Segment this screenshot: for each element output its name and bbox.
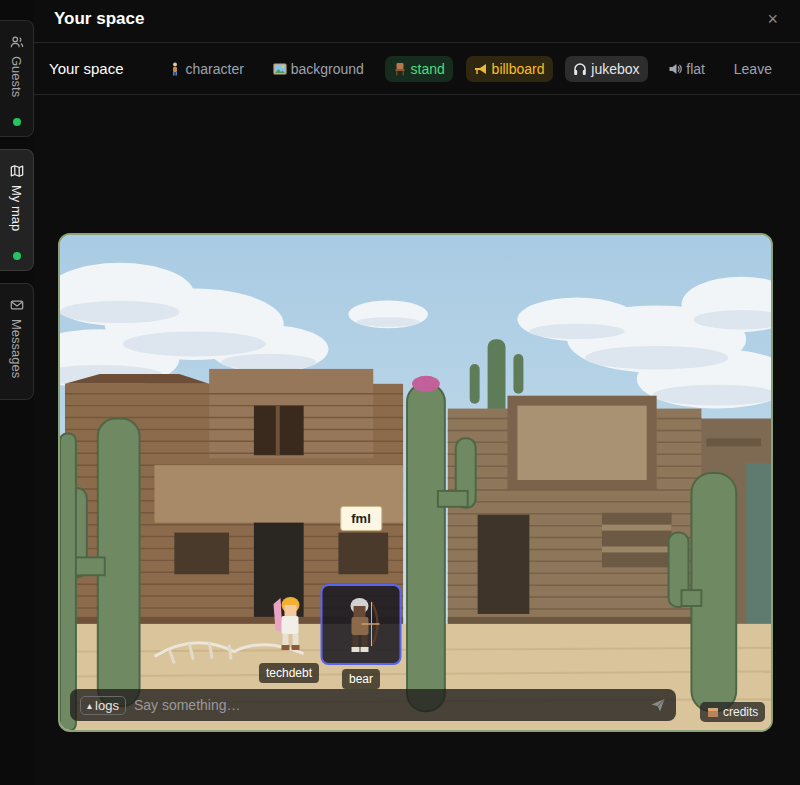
warrior-icon [269,594,309,652]
tool-button[interactable]: billboard [466,56,553,82]
horn-icon [474,62,488,76]
box-icon [707,706,719,718]
tool-button[interactable]: flat [660,56,713,82]
player-avatar[interactable] [321,584,402,665]
envelope-icon [10,298,24,312]
sidebar: Guests My map Messages [0,0,34,785]
person-icon [168,62,182,76]
online-dot [13,252,21,260]
archer-icon [341,596,381,654]
logs-button[interactable]: ▴logs [80,696,126,715]
space-panel: Your space × Your space character background… [34,0,800,785]
guests-icon [10,35,24,49]
player-name: techdebt [259,663,319,683]
credits-button[interactable]: credits [700,702,765,722]
sidebar-tab[interactable]: Messages [0,283,34,400]
panel-header: Your space × [34,0,800,43]
tool-button[interactable]: character [160,56,252,82]
tool-button[interactable]: stand [385,56,453,82]
sidebar-tab[interactable]: My map [0,149,34,271]
caret-icon: ▴ [87,700,92,711]
tool-label: stand [411,61,445,77]
chat-bar: ▴logs [70,689,676,721]
tool-button[interactable]: background [265,56,372,82]
game-canvas[interactable]: techdebt fml bear ▴logs credits [58,233,773,732]
close-button[interactable]: × [767,9,778,30]
logs-label: logs [95,698,119,713]
chair-icon [393,62,407,76]
western-town-scene [60,235,771,730]
speaker-icon [668,62,682,76]
headphones-icon [573,62,587,76]
sidebar-label: Messages [10,319,23,378]
online-dot [13,118,21,126]
player-name: bear [342,669,380,689]
toolbar-label: Your space [49,60,124,77]
tool-label: flat [686,61,705,77]
credits-label: credits [723,705,758,719]
tool-label: jukebox [591,61,639,77]
tool-label: billboard [492,61,545,77]
tool-button[interactable]: jukebox [565,56,647,82]
leave-button[interactable]: Leave [726,56,780,82]
sidebar-label: Guests [10,56,23,97]
tool-list: character background stand billboard jukebox… [160,56,780,82]
tool-label: background [291,61,364,77]
sidebar-label: My map [10,185,23,231]
player-avatar[interactable] [249,582,330,663]
chat-input[interactable] [132,696,644,714]
panel-title: Your space [54,9,144,29]
toolbar: Your space character background stand billbo… [34,43,800,95]
picture-icon [273,62,287,76]
stage-area: techdebt fml bear ▴logs credits [34,95,800,785]
speech-bubble: fml [340,506,382,531]
tool-label: character [186,61,244,77]
sidebar-tab[interactable]: Guests [0,20,34,137]
app-window: GuestsMy mapMessagesYour space×Your spac… [0,0,800,785]
map-icon [10,164,24,178]
send-icon[interactable] [650,697,666,713]
